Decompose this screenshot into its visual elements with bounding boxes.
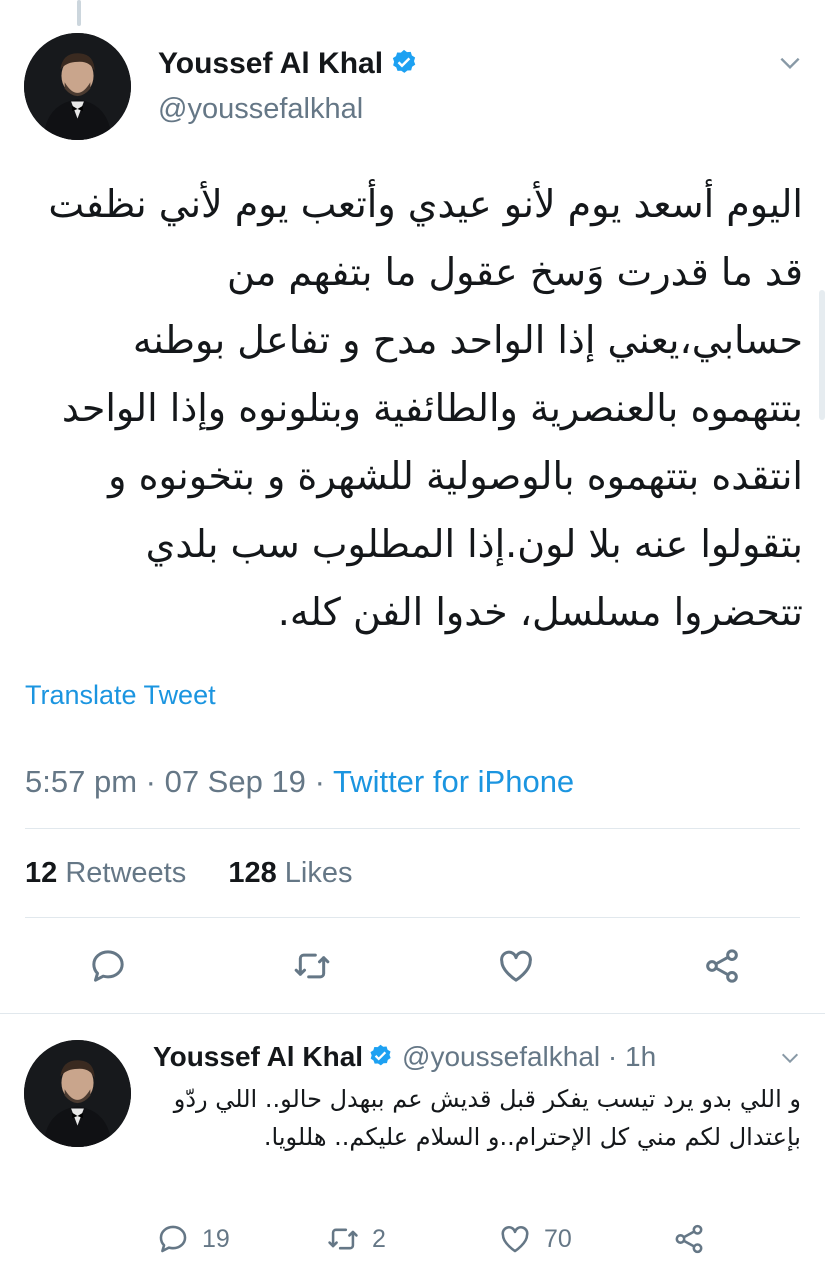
reply-button[interactable] [88,946,128,986]
tweet-time: 5:57 pm [25,764,138,799]
avatar-photo-icon [24,1040,131,1147]
translate-tweet-link[interactable]: Translate Tweet [25,680,216,711]
retweets-stat[interactable]: 12 Retweets [25,857,186,889]
meta-separator: · [145,764,165,799]
tweet-text: اليوم أسعد يوم لأنو عيدي وأتعب يوم لأني … [48,182,803,634]
like-icon [501,1225,529,1253]
divider [0,1013,825,1014]
reply-retweet-count: 2 [372,1224,386,1253]
share-button[interactable] [702,946,742,986]
meta-separator: · [314,764,333,799]
likes-count: 128 [228,857,277,889]
retweet-icon [328,1228,358,1250]
chevron-down-icon[interactable] [779,1047,801,1069]
retweet-button[interactable] [292,946,332,986]
reply-reply-button[interactable]: 19 [156,1222,230,1256]
tweet-source-link[interactable]: Twitter for iPhone [333,764,574,799]
reply-reply-count: 19 [202,1224,230,1253]
likes-stat[interactable]: 128 Likes [228,857,352,889]
share-icon [706,949,738,983]
avatar[interactable] [24,33,131,140]
divider [25,917,800,918]
thread-connector-line [77,0,81,26]
reply-text: و اللي بدو يرد تيسب يفكر قبل قديش عم ببه… [173,1085,801,1151]
verified-badge-icon [370,1044,391,1066]
likes-label: Likes [284,857,353,889]
reply-avatar[interactable] [24,1040,131,1147]
scrollbar[interactable] [819,290,825,420]
retweets-label: Retweets [65,857,187,889]
verified-badge-icon [392,49,416,73]
reply-like-button[interactable]: 70 [498,1222,572,1256]
author-name[interactable]: Youssef Al Khal [158,47,419,81]
retweet-icon [294,953,330,979]
like-button[interactable] [496,946,536,986]
engagement-stats: 12 Retweets 128 Likes [25,857,353,890]
reply-like-count: 70 [544,1224,572,1253]
reply-icon [159,1225,187,1253]
reply-author-line[interactable]: Youssef Al Khal @youssefalkhal · 1h [153,1041,656,1073]
reply-icon [92,950,124,982]
retweets-count: 12 [25,857,58,889]
share-icon [675,1224,703,1254]
divider [25,828,800,829]
reply-handle-time: @youssefalkhal · 1h [402,1041,657,1072]
tweet-date: 07 Sep 19 [164,764,306,799]
reply-retweet-button[interactable]: 2 [326,1222,386,1256]
reply-author-name: Youssef Al Khal [153,1041,364,1072]
author-name-text: Youssef Al Khal [158,47,384,80]
tweet-metadata: 5:57 pm · 07 Sep 19 · Twitter for iPhone [25,764,574,800]
reply-share-button[interactable] [672,1222,718,1256]
author-handle[interactable]: @youssefalkhal [158,93,363,126]
chevron-down-icon[interactable] [777,50,803,76]
like-icon [500,950,532,982]
avatar-photo-icon [24,33,131,140]
